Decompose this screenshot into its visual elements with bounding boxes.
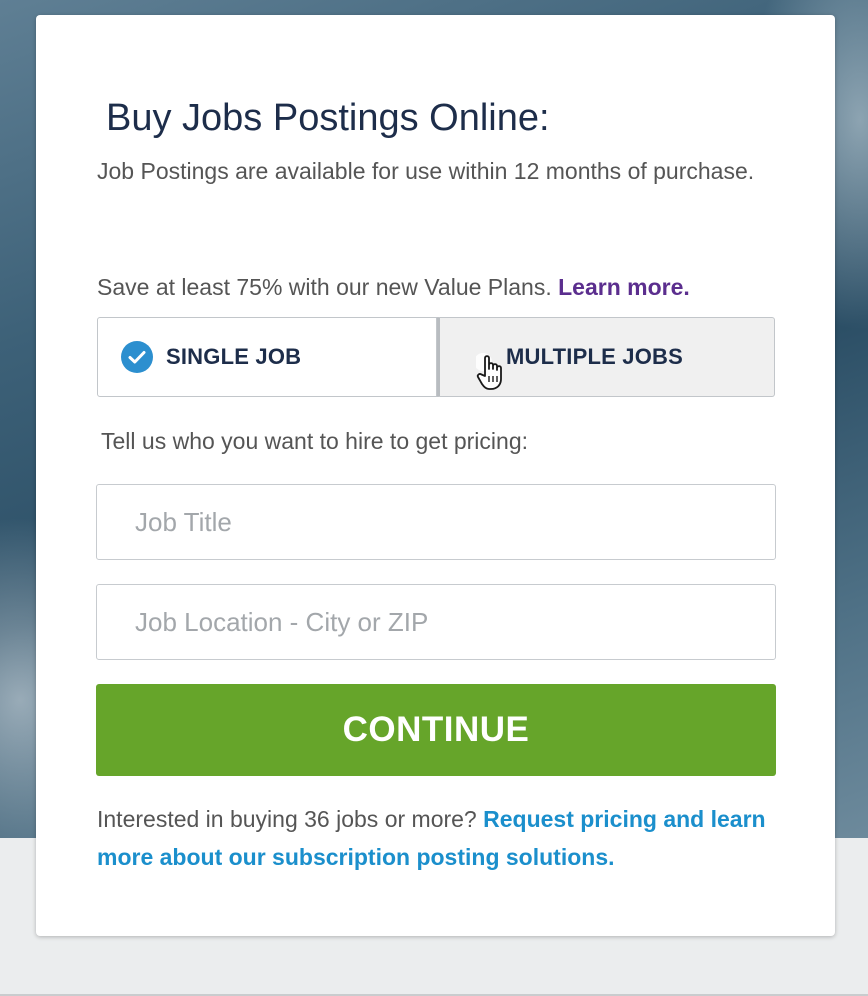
continue-button[interactable]: CONTINUE <box>96 684 776 776</box>
value-plans-label: Save at least 75% with our new Value Pla… <box>97 274 559 300</box>
single-job-label: SINGLE JOB <box>166 344 302 369</box>
availability-text: Job Postings are available for use withi… <box>97 158 755 184</box>
plan-toggle: SINGLE JOB MULTIPLE JOBS <box>97 317 775 397</box>
learn-more-link[interactable]: Learn more. <box>558 274 690 300</box>
hire-prompt: Tell us who you want to hire to get pric… <box>101 428 529 454</box>
bulk-pricing-label: Interested in buying 36 jobs or more? <box>97 806 484 832</box>
multiple-jobs-option[interactable]: MULTIPLE JOBS <box>437 317 775 397</box>
multiple-jobs-label: MULTIPLE JOBS <box>506 344 683 369</box>
hand-pointer-icon <box>476 353 502 390</box>
bulk-pricing-text: Interested in buying 36 jobs or more? Re… <box>97 800 787 876</box>
job-title-input[interactable] <box>96 484 776 560</box>
purchase-card: Buy Jobs Postings Online: Job Postings a… <box>36 15 835 936</box>
page-title: Buy Jobs Postings Online: <box>106 97 550 139</box>
job-location-input[interactable] <box>96 584 776 660</box>
single-job-option[interactable]: SINGLE JOB <box>97 317 437 397</box>
value-plans-text: Save at least 75% with our new Value Pla… <box>97 268 777 306</box>
checkmark-icon <box>121 341 153 373</box>
